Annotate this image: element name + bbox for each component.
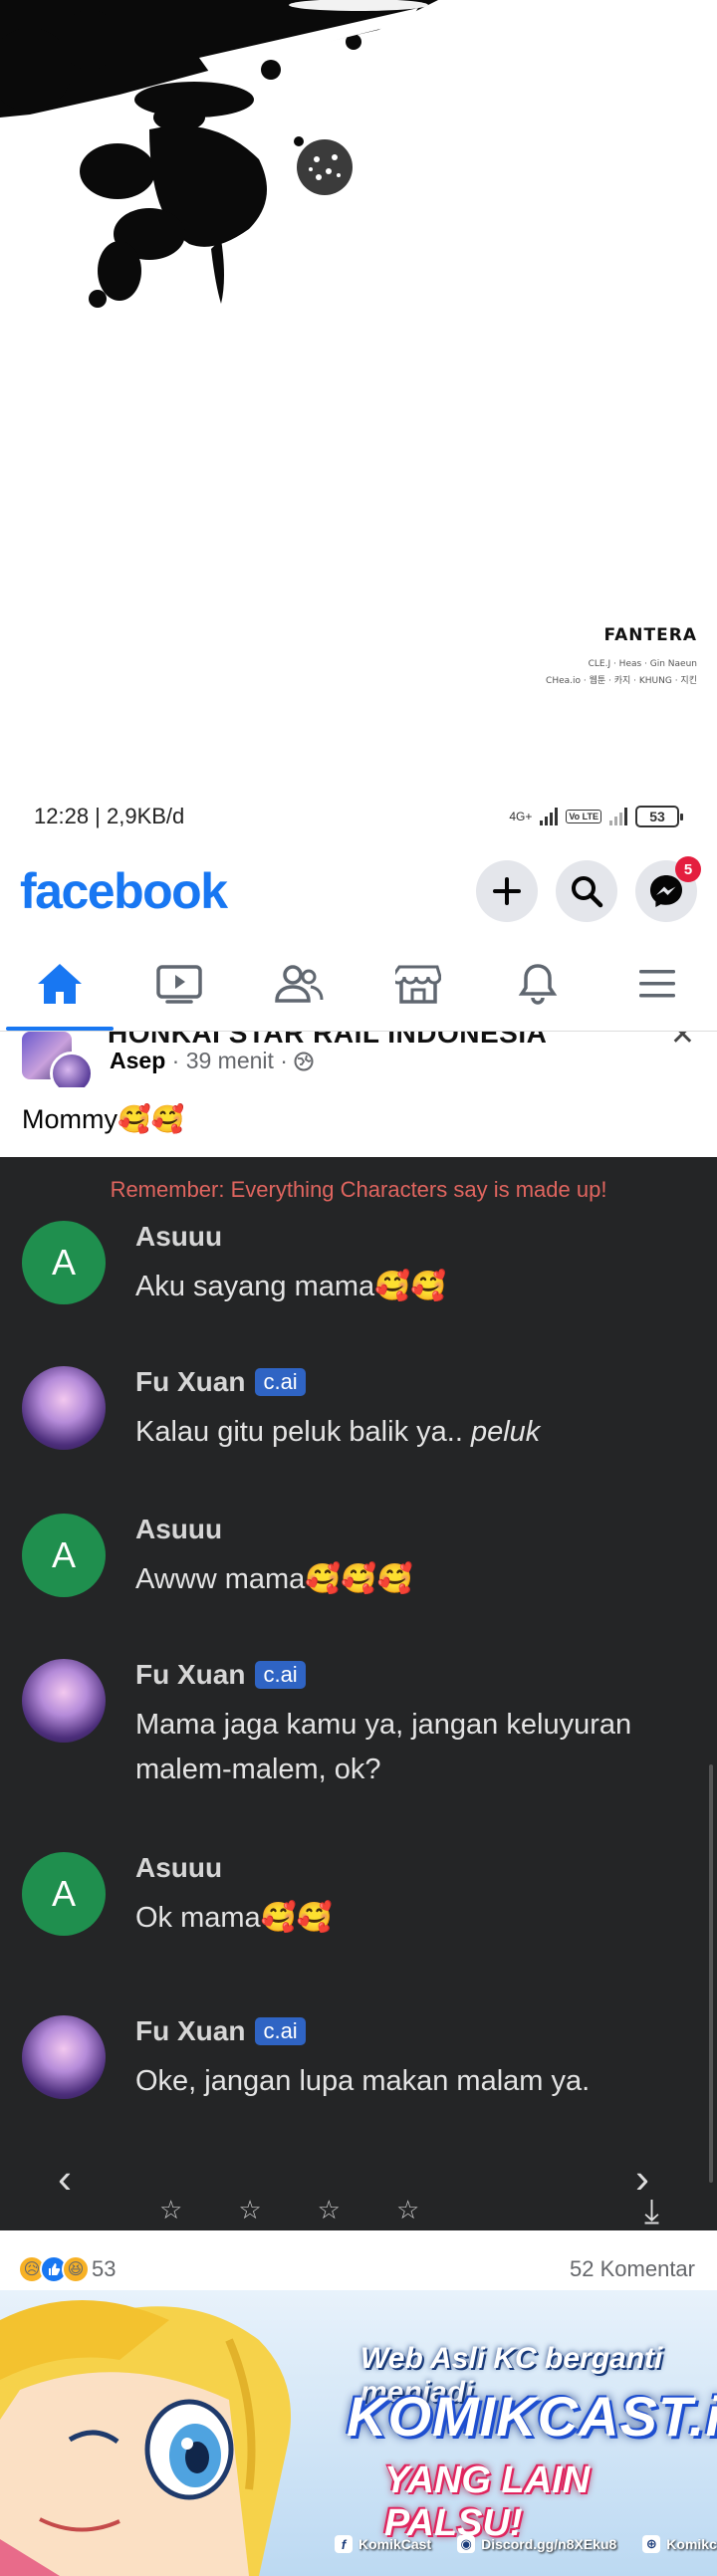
globe-icon: ⊕	[642, 2535, 661, 2553]
search-button[interactable]	[556, 860, 617, 922]
post-image-chat[interactable]: Remember: Everything Characters say is m…	[0, 1157, 717, 2230]
reaction-summary[interactable]: 😥 😆 53	[18, 2255, 116, 2283]
discord-icon: ◉	[457, 2535, 476, 2553]
post-header: HONKAI STAR RAIL INDONESIA Asep · 39 men…	[0, 1032, 717, 1087]
tab-video[interactable]	[120, 936, 239, 1031]
video-icon	[156, 964, 202, 1004]
status-time: 12:28 | 2,9KB/d	[34, 804, 185, 828]
banner-brand: KOMIKCAST.io	[347, 2385, 717, 2448]
reactions-bar: 😥 😆 53 52 Komentar	[0, 2244, 717, 2294]
chat-scrollbar	[709, 1764, 713, 2183]
cai-badge: c.ai	[255, 2017, 306, 2045]
author-name[interactable]: Asep	[110, 1048, 165, 1073]
cai-badge: c.ai	[255, 1661, 306, 1689]
message-sender: Fu Xuan c.ai	[135, 1659, 306, 1691]
credit-line: CLE.J · Heas · Gin Naeun	[588, 659, 697, 669]
create-button[interactable]	[476, 860, 538, 922]
character-avatar	[22, 1659, 106, 1743]
message-sender: Asuuu	[135, 1514, 223, 1544]
banner-links: fKomikCast ◉Discord.gg/n8XEku8 ⊕Komikcas…	[335, 2535, 717, 2553]
message-text: Awww mama🥰🥰🥰	[135, 1563, 413, 1595]
message-sender: Asuuu	[135, 1852, 223, 1883]
haha-reaction-icon: 😆	[62, 2255, 90, 2283]
rating-stars: ☆ ☆ ☆ ☆	[159, 2195, 419, 2225]
plus-icon	[493, 877, 521, 905]
messenger-button[interactable]: 5	[635, 856, 701, 922]
volte-label: Vo LTE	[566, 810, 601, 823]
star-icon: ☆	[395, 2195, 420, 2225]
status-icons: 4G+ Vo LTE 53	[509, 806, 683, 827]
comment-count[interactable]: 52 Komentar	[570, 2256, 695, 2282]
app-header: facebook 5	[0, 856, 717, 926]
message-text: Kalau gitu peluk balik ya.. peluk	[135, 1416, 541, 1448]
character-avatar	[22, 1366, 106, 1450]
website-link[interactable]: ⊕Komikcast.io	[642, 2535, 717, 2553]
network-type-label: 4G+	[509, 810, 533, 823]
character-avatar	[22, 2015, 106, 2099]
close-icon[interactable]: ✕	[670, 1032, 695, 1053]
author-avatar[interactable]	[50, 1052, 94, 1087]
post-text: Mommy🥰🥰	[22, 1104, 185, 1134]
banner-warning: YANG LAIN PALSU!	[384, 2459, 591, 2544]
marketplace-icon	[395, 965, 441, 1004]
scroll-down-icon: ⤓	[643, 2193, 659, 2230]
header-actions: 5	[476, 856, 701, 922]
user-avatar: A	[22, 1852, 106, 1936]
facebook-link[interactable]: f KomikCast	[335, 2535, 431, 2553]
user-avatar: A	[22, 1221, 106, 1304]
friends-icon	[275, 964, 324, 1003]
star-icon: ☆	[317, 2195, 341, 2225]
credit-line: CHea.io · 웹툰 · 카지 · KHUNG · 지킨	[546, 676, 697, 686]
facebook-logo[interactable]: facebook	[20, 862, 228, 920]
message-sender: Fu Xuan c.ai	[135, 2015, 306, 2047]
battery-icon: 53	[635, 806, 683, 827]
post-meta: Asep · 39 menit ·	[110, 1048, 314, 1074]
message-text: Ok mama🥰🥰	[135, 1902, 333, 1934]
signal-icon-2	[609, 808, 627, 825]
chevron-left-icon[interactable]: ‹	[58, 2155, 72, 2203]
cai-badge: c.ai	[255, 1368, 306, 1396]
search-icon	[572, 876, 603, 908]
message-text: Aku sayang mama🥰🥰	[135, 1271, 447, 1302]
bell-icon	[518, 963, 558, 1005]
discord-link[interactable]: ◉ Discord.gg/n8XEku8	[457, 2535, 616, 2553]
facebook-icon: f	[335, 2535, 353, 2553]
tab-marketplace[interactable]	[358, 936, 478, 1031]
tab-menu[interactable]	[598, 936, 717, 1031]
globe-icon	[294, 1052, 314, 1071]
post-time: · 39 menit ·	[171, 1048, 288, 1073]
main-nav	[0, 936, 717, 1032]
reaction-count: 53	[92, 2256, 117, 2281]
manga-panel: FANTERA CLE.J · Heas · Gin Naeun CHea.io…	[0, 0, 717, 777]
tab-home[interactable]	[0, 936, 120, 1031]
menu-icon	[639, 969, 675, 997]
message-text: Mama jaga kamu ya, jangan keluyuran male…	[135, 1709, 632, 1785]
message-text: Oke, jangan lupa makan malam ya.	[135, 2065, 591, 2097]
message-sender: Asuuu	[135, 1221, 223, 1252]
status-bar: 12:28 | 2,9KB/d 4G+ Vo LTE 53	[0, 777, 717, 856]
reaction-icons: 😥 😆	[18, 2255, 90, 2283]
messenger-badge: 5	[675, 856, 701, 882]
credit-title: FANTERA	[603, 625, 697, 645]
komikcast-banner[interactable]: Web Asli KC berganti menjadi KOMIKCAST.i…	[0, 2290, 717, 2576]
star-icon: ☆	[238, 2195, 262, 2225]
tab-notifications[interactable]	[478, 936, 598, 1031]
home-icon	[38, 963, 82, 1004]
chat-notice: Remember: Everything Characters say is m…	[110, 1177, 607, 1202]
signal-icon	[540, 808, 559, 825]
message-sender: Fu Xuan c.ai	[135, 1366, 306, 1398]
user-avatar: A	[22, 1514, 106, 1597]
star-icon: ☆	[159, 2195, 183, 2225]
tab-friends[interactable]	[239, 936, 358, 1031]
